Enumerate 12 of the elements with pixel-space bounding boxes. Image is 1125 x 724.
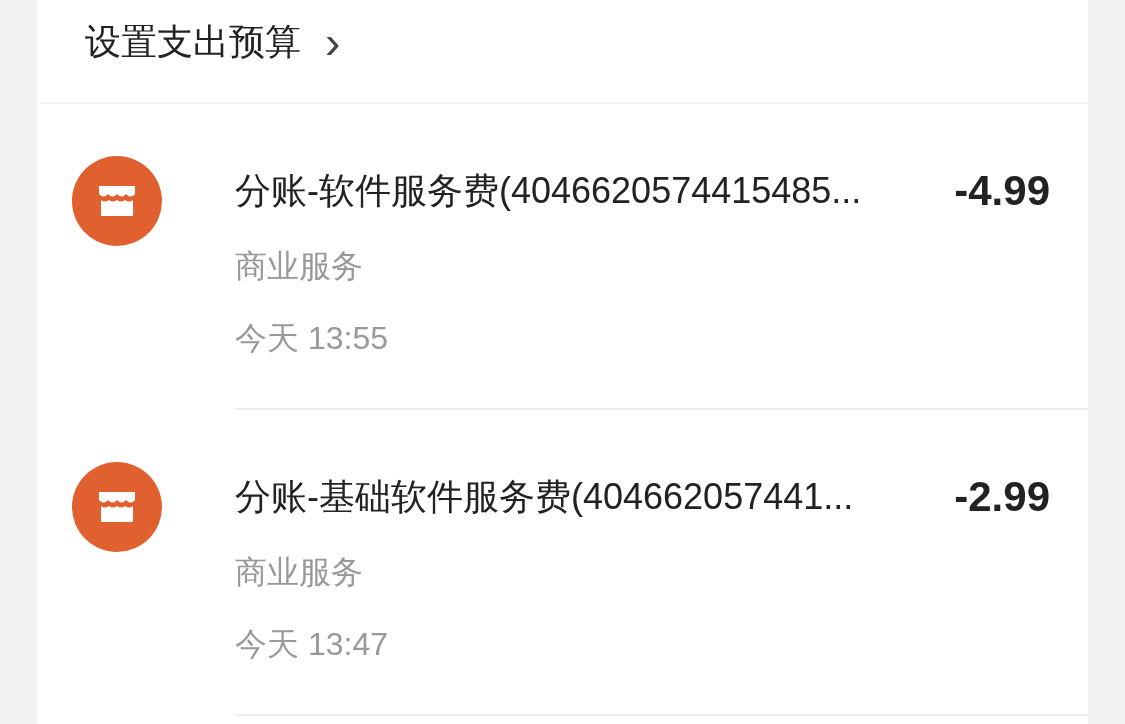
transaction-category: 商业服务	[235, 247, 364, 286]
budget-link[interactable]: 设置支出预算 ›	[85, 17, 341, 85]
store-icon	[72, 156, 162, 246]
transaction-title: 分账-软件服务费(4046620574415485...	[235, 168, 862, 213]
transaction-category: 商业服务	[235, 553, 364, 592]
transaction-amount: -2.99	[954, 473, 1050, 521]
chevron-icon: ›	[325, 19, 341, 65]
transaction-amount: -4.99	[954, 167, 1050, 215]
store-icon	[72, 462, 162, 552]
transaction-time: 今天 13:55	[235, 319, 389, 358]
transaction-title: 分账-基础软件服务费(404662057441...	[235, 474, 854, 519]
transaction-time: 今天 13:47	[235, 625, 389, 664]
